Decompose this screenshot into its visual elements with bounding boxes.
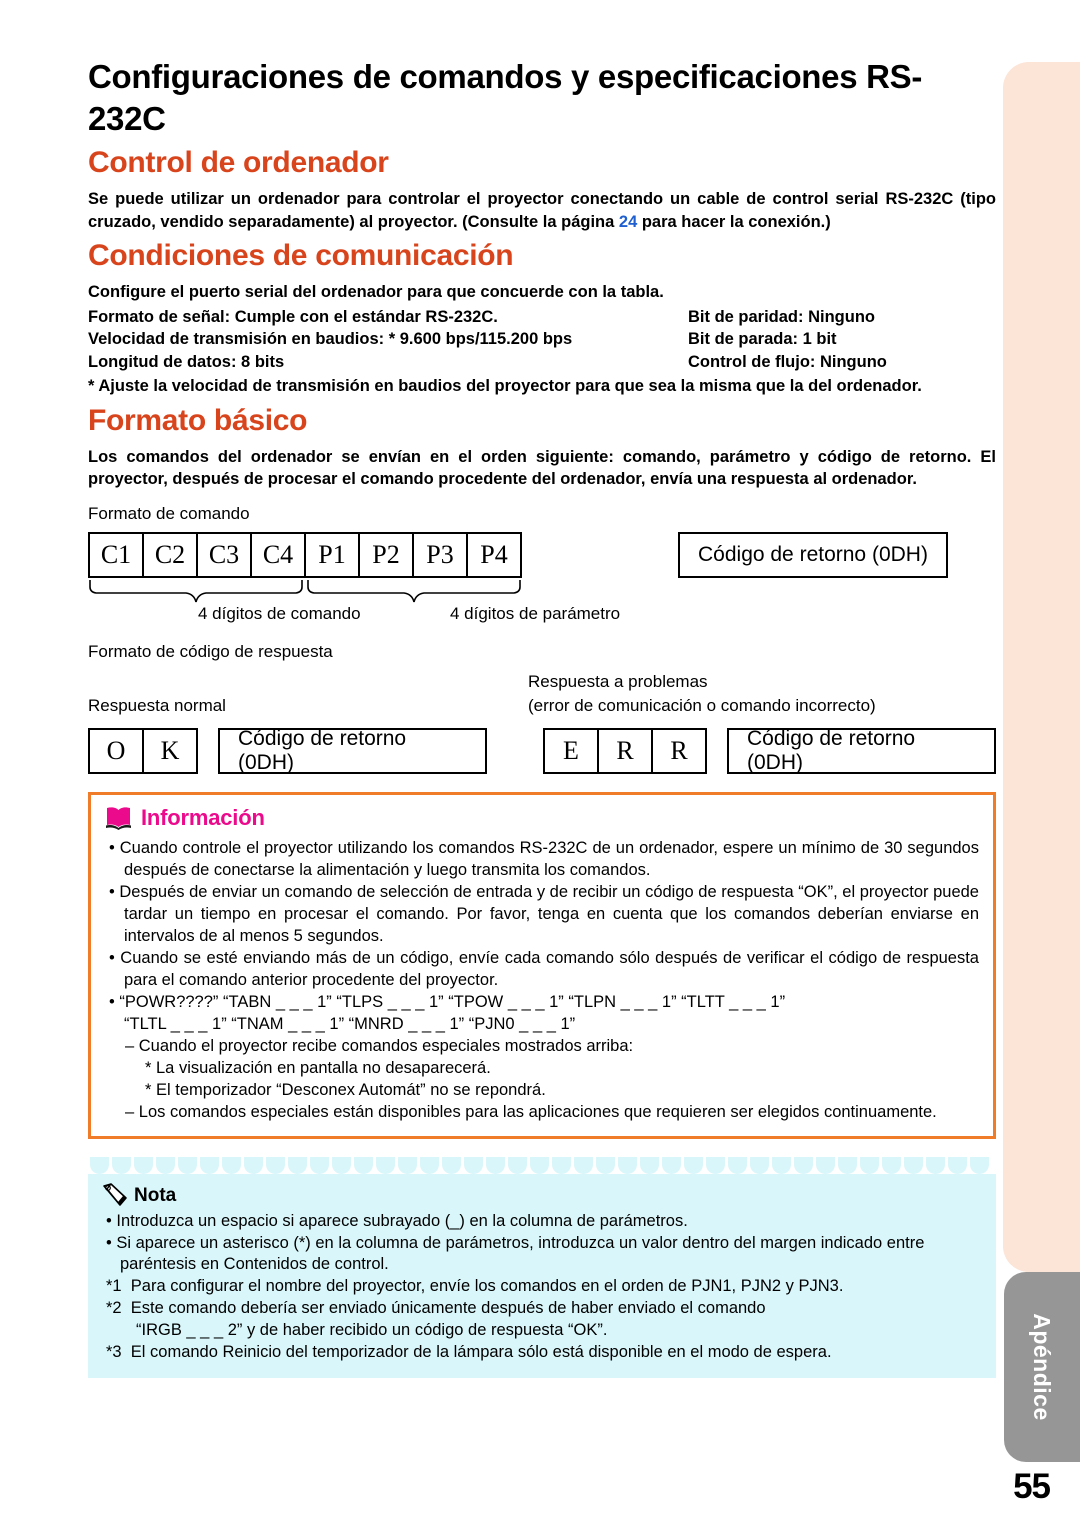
spec-right-2: Control de flujo: Ninguno xyxy=(688,352,887,371)
section-heading-basic-format: Formato básico xyxy=(88,403,308,437)
cell-e: E xyxy=(545,730,599,773)
cell-r2: R xyxy=(653,730,705,773)
brace-group xyxy=(88,578,996,604)
note-marker-1: *2 xyxy=(106,1299,122,1318)
cell-o: O xyxy=(90,730,144,773)
appendix-tab: Apéndice xyxy=(1004,1272,1080,1462)
appendix-tab-label: Apéndice xyxy=(1029,1313,1056,1421)
info-command-list-text-1: “POWR????” “TABN _ _ _ 1” “TLPS _ _ _ 1”… xyxy=(119,992,786,1011)
cell-r1: R xyxy=(599,730,653,773)
spec-left-1: Velocidad de transmisión en baudios: * 9… xyxy=(88,330,573,349)
cell-k: K xyxy=(144,730,196,773)
note-bullet-text-0: Introduzca un espacio si aparece subraya… xyxy=(116,1211,688,1230)
note-numbered-1: *2 Este comando debería ser enviado únic… xyxy=(106,1298,982,1320)
page-number: 55 xyxy=(1013,1467,1051,1506)
info-bullet-text-0: Cuando controle el proyector utilizando … xyxy=(119,839,979,880)
brace-labels: 4 dígitos de comando 4 dígitos de paráme… xyxy=(88,604,996,630)
note-numbered-1-continuation: “IRGB _ _ _ 2” y de haber recibido un có… xyxy=(136,1321,608,1340)
normal-response-label: Respuesta normal xyxy=(88,696,226,716)
spec-left-0: Formato de señal: Cumple con el estándar… xyxy=(88,307,498,326)
problem-response-sublabel: (error de comunicación o comando incorre… xyxy=(528,696,876,716)
info-bullet-1: • Después de enviar un comando de selecc… xyxy=(109,883,979,946)
response-caption-row: Respuesta normal Respuesta a problemas (… xyxy=(88,670,996,726)
command-cell-group: C1 C2 C3 C4 P1 P2 P3 P4 xyxy=(88,532,522,579)
info-bullet-2: • Cuando se esté enviando más de un códi… xyxy=(109,949,979,990)
cell-c2: C2 xyxy=(144,534,198,577)
cell-p1: P1 xyxy=(306,534,360,577)
note-bullet-1: • Si aparece un asterisco (*) en la colu… xyxy=(106,1233,925,1274)
info-dash-1: – Los comandos especiales están disponib… xyxy=(125,1102,937,1121)
note-numbered-text-2: El comando Reinicio del temporizador de … xyxy=(130,1343,832,1362)
computer-control-text-1: Se puede utilizar un ordenador para cont… xyxy=(88,190,996,231)
info-star-0: * La visualización en pantalla no desapa… xyxy=(145,1058,491,1077)
info-dash-0: – Cuando el proyector recibe comandos es… xyxy=(125,1036,634,1055)
note-marker-2: *3 xyxy=(106,1343,122,1362)
err-cell-group: E R R xyxy=(543,728,707,775)
table-row: Formato de señal: Cumple con el estándar… xyxy=(88,306,996,328)
page-reference-link[interactable]: 24 xyxy=(619,213,637,231)
cell-c1: C1 xyxy=(90,534,144,577)
information-header: Información xyxy=(105,805,979,831)
problem-response-label: Respuesta a problemas xyxy=(528,672,708,692)
note-bullet-text-1: Si aparece un asterisco (*) en la column… xyxy=(116,1233,925,1274)
brace-icon xyxy=(89,580,521,603)
info-dash-text-1: Los comandos especiales están disponible… xyxy=(138,1102,937,1121)
note-marker-0: *1 xyxy=(106,1277,122,1296)
spec-left-2: Longitud de datos: 8 bits xyxy=(88,352,285,371)
brace-label-parameter: 4 dígitos de parámetro xyxy=(450,604,621,624)
response-format-label: Formato de código de respuesta xyxy=(88,642,333,662)
table-row: Velocidad de transmisión en baudios: * 9… xyxy=(88,328,996,350)
info-bullet-text-1: Después de enviar un comando de selecció… xyxy=(119,883,979,946)
brace-label-command: 4 dígitos de comando xyxy=(198,604,361,624)
note-title: Nota xyxy=(134,1184,177,1206)
command-format-label: Formato de comando xyxy=(88,504,250,524)
comm-conditions-intro: Configure el puerto serial del ordenador… xyxy=(88,283,664,302)
ok-cell-group: O K xyxy=(88,728,198,775)
computer-control-text-2: para hacer la conexión.) xyxy=(637,212,831,231)
command-return-code-box: Código de retorno (0DH) xyxy=(678,532,948,579)
note-scallop-edge xyxy=(88,1156,996,1174)
command-format-diagram: Formato de comando C1 C2 C3 C4 P1 P2 P3 … xyxy=(88,504,996,775)
note-numbered-0: *1 Para configurar el nombre del proyect… xyxy=(106,1276,982,1298)
section-heading-computer-control: Control de ordenador xyxy=(88,146,389,180)
note-numbered-text-1: Este comando debería ser enviado únicame… xyxy=(130,1299,766,1318)
info-command-list-line-1: • “POWR????” “TABN _ _ _ 1” “TLPS _ _ _ … xyxy=(109,992,786,1011)
err-return-code-box: Código de retorno (0DH) xyxy=(727,727,996,775)
note-box: Nota • Introduzca un espacio si aparece … xyxy=(88,1156,996,1379)
page-content: Configuraciones de comandos y especifica… xyxy=(88,56,996,1379)
section-heading-comm-conditions: Condiciones de comunicación xyxy=(88,239,514,273)
cell-p2: P2 xyxy=(360,534,414,577)
information-title: Información xyxy=(141,805,265,831)
note-header: Nota xyxy=(102,1182,982,1207)
info-star-1: * El temporizador “Desconex Automát” no … xyxy=(145,1080,546,1099)
spec-right-1: Bit de parada: 1 bit xyxy=(688,330,837,349)
ok-return-code-box: Código de retorno (0DH) xyxy=(218,727,487,775)
info-bullet-0: • Cuando controle el proyector utilizand… xyxy=(109,839,979,880)
cell-c3: C3 xyxy=(198,534,252,577)
comm-conditions-footnote: * Ajuste la velocidad de transmisión en … xyxy=(88,377,922,396)
note-bullet-0: • Introduzca un espacio si aparece subra… xyxy=(106,1211,688,1230)
spec-right-0: Bit de paridad: Ninguno xyxy=(688,307,875,326)
note-numbered-text-0: Para configurar el nombre del proyector,… xyxy=(130,1277,844,1296)
cell-p3: P3 xyxy=(414,534,468,577)
appendix-side-panel xyxy=(1003,62,1080,1272)
comm-conditions-table: Formato de señal: Cumple con el estándar… xyxy=(88,306,996,373)
table-row: Longitud de datos: 8 bits Control de flu… xyxy=(88,351,996,373)
note-numbered-2: *3 El comando Reinicio del temporizador … xyxy=(106,1342,982,1364)
command-boxes-row: C1 C2 C3 C4 P1 P2 P3 P4 Código de retorn… xyxy=(88,532,996,579)
response-boxes-row: O K Código de retorno (0DH) E R R Código… xyxy=(88,727,996,775)
pencil-icon xyxy=(103,1182,127,1206)
cell-p4: P4 xyxy=(468,534,520,577)
info-dash-text-0: Cuando el proyector recibe comandos espe… xyxy=(138,1036,634,1055)
info-bullet-text-2: Cuando se esté enviando más de un código… xyxy=(120,949,979,990)
computer-control-paragraph: Se puede utilizar un ordenador para cont… xyxy=(88,188,996,233)
cell-c4: C4 xyxy=(252,534,306,577)
basic-format-paragraph: Los comandos del ordenador se envían en … xyxy=(88,447,996,488)
page-title: Configuraciones de comandos y especifica… xyxy=(88,58,923,138)
info-command-list-line-2: “TLTL _ _ _ 1” “TNAM _ _ _ 1” “MNRD _ _ … xyxy=(124,1014,576,1033)
information-box: Información • Cuando controle el proyect… xyxy=(88,792,996,1139)
open-book-icon xyxy=(106,807,131,831)
